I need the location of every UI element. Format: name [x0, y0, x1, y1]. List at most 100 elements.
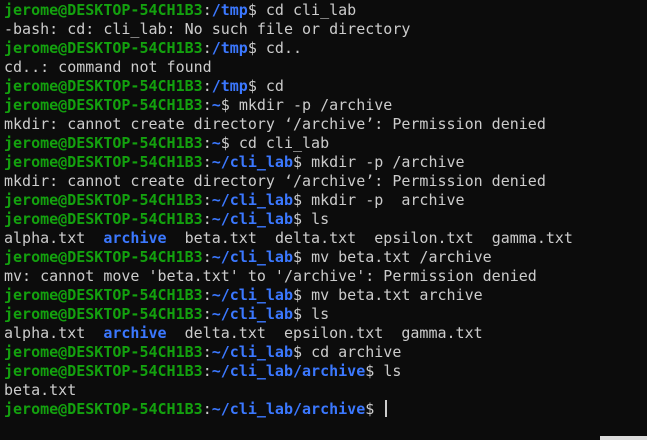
prompt-colon: : — [202, 39, 212, 57]
prompt-path: ~/cli_lab/archive — [211, 400, 366, 418]
prompt-path: ~/cli_lab — [211, 248, 293, 266]
prompt-dollar: $ — [247, 1, 266, 19]
prompt-line: jerome@DESKTOP-54CH1B3:~/cli_lab$ mkdir … — [4, 191, 647, 210]
output-text: mv: cannot move 'beta.txt' to '/archive'… — [4, 267, 537, 285]
prompt-line: jerome@DESKTOP-54CH1B3:~/cli_lab$ ls — [4, 305, 647, 324]
prompt-user: jerome@DESKTOP-54CH1B3 — [4, 210, 203, 228]
command-text: mv beta.txt /archive — [311, 248, 492, 266]
terminal-bottom-margin — [0, 436, 600, 440]
ls-output-line: alpha.txt archive beta.txt delta.txt eps… — [4, 229, 647, 248]
prompt-user: jerome@DESKTOP-54CH1B3 — [4, 96, 203, 114]
command-text: cd cli_lab — [265, 1, 357, 19]
prompt-colon: : — [202, 400, 212, 418]
command-text: ls — [311, 305, 330, 323]
prompt-user: jerome@DESKTOP-54CH1B3 — [4, 153, 203, 171]
prompt-colon: : — [202, 305, 212, 323]
output-text: beta.txt — [4, 381, 77, 399]
prompt-colon: : — [202, 210, 212, 228]
prompt-path: ~/cli_lab — [211, 305, 293, 323]
command-text: ls — [311, 210, 330, 228]
prompt-user: jerome@DESKTOP-54CH1B3 — [4, 134, 203, 152]
prompt-dollar: $ — [293, 286, 312, 304]
ls-file: delta.txt — [184, 324, 266, 342]
prompt-user: jerome@DESKTOP-54CH1B3 — [4, 248, 203, 266]
prompt-colon: : — [202, 362, 212, 380]
prompt-dollar: $ — [293, 343, 312, 361]
ls-spacer — [85, 229, 103, 247]
prompt-line: jerome@DESKTOP-54CH1B3:~/cli_lab$ mkdir … — [4, 153, 647, 172]
prompt-user: jerome@DESKTOP-54CH1B3 — [4, 400, 203, 418]
output-line: -bash: cd: cli_lab: No such file or dire… — [4, 20, 647, 39]
ls-file: gamma.txt — [491, 229, 573, 247]
terminal-output[interactable]: jerome@DESKTOP-54CH1B3:/tmp$ cd cli_lab -… — [0, 0, 647, 436]
command-text: cd archive — [311, 343, 402, 361]
prompt-dollar: $ — [247, 39, 266, 57]
prompt-dollar: $ — [220, 96, 239, 114]
command-text: mkdir -p /archive — [238, 96, 393, 114]
command-text: mkdir -p archive — [311, 191, 465, 209]
prompt-path: ~/cli_lab — [211, 343, 293, 361]
prompt-colon: : — [202, 286, 212, 304]
prompt-line: jerome@DESKTOP-54CH1B3:/tmp$ cd — [4, 77, 647, 96]
ls-file: gamma.txt — [401, 324, 483, 342]
output-text: mkdir: cannot create directory ‘/archive… — [4, 172, 546, 190]
prompt-dollar: $ — [365, 362, 384, 380]
prompt-line: jerome@DESKTOP-54CH1B3:~$ cd cli_lab — [4, 134, 647, 153]
prompt-line: jerome@DESKTOP-54CH1B3:/tmp$ cd cli_lab — [4, 1, 647, 20]
prompt-dollar: $ — [293, 305, 312, 323]
prompt-colon: : — [202, 1, 212, 19]
prompt-colon: : — [202, 134, 212, 152]
prompt-user: jerome@DESKTOP-54CH1B3 — [4, 1, 203, 19]
prompt-path: /tmp — [211, 1, 248, 19]
command-text: cd.. — [265, 39, 303, 57]
prompt-path: ~/cli_lab — [211, 286, 293, 304]
ls-spacer — [474, 229, 492, 247]
ls-spacer — [167, 324, 185, 342]
prompt-line: jerome@DESKTOP-54CH1B3:~/cli_lab/archive… — [4, 362, 647, 381]
prompt-user: jerome@DESKTOP-54CH1B3 — [4, 305, 203, 323]
prompt-line: jerome@DESKTOP-54CH1B3:~/cli_lab$ mv bet… — [4, 286, 647, 305]
ls-spacer — [257, 229, 275, 247]
prompt-path: /tmp — [211, 39, 248, 57]
prompt-path: ~/cli_lab — [211, 153, 293, 171]
command-text: cd cli_lab — [238, 134, 330, 152]
output-line: mv: cannot move 'beta.txt' to '/archive'… — [4, 267, 647, 286]
prompt-dollar: $ — [365, 400, 384, 418]
ls-spacer — [85, 324, 103, 342]
ls-directory: archive — [103, 324, 167, 342]
ls-file: alpha.txt — [4, 229, 86, 247]
output-line: mkdir: cannot create directory ‘/archive… — [4, 172, 647, 191]
prompt-colon: : — [202, 191, 212, 209]
prompt-colon: : — [202, 96, 212, 114]
ls-file: delta.txt — [274, 229, 357, 247]
command-text: ls — [383, 362, 402, 380]
prompt-line: jerome@DESKTOP-54CH1B3:~$ mkdir -p /arch… — [4, 96, 647, 115]
prompt-line: jerome@DESKTOP-54CH1B3:/tmp$ cd.. — [4, 39, 647, 58]
ls-output-line: alpha.txt archive delta.txt epsilon.txt … — [4, 324, 647, 343]
command-text: cd — [265, 77, 284, 95]
prompt-colon: : — [202, 77, 212, 95]
prompt-line: jerome@DESKTOP-54CH1B3:~/cli_lab$ mv bet… — [4, 248, 647, 267]
prompt-path: ~/cli_lab/archive — [211, 362, 366, 380]
output-line: mkdir: cannot create directory ‘/archive… — [4, 115, 647, 134]
ls-file: epsilon.txt — [374, 229, 474, 247]
prompt-user: jerome@DESKTOP-54CH1B3 — [4, 191, 203, 209]
command-text: mv beta.txt archive — [311, 286, 483, 304]
prompt-colon: : — [202, 153, 212, 171]
prompt-path: ~/cli_lab — [211, 191, 293, 209]
prompt-line: jerome@DESKTOP-54CH1B3:~/cli_lab$ cd arc… — [4, 343, 647, 362]
prompt-dollar: $ — [293, 191, 312, 209]
prompt-path: ~ — [211, 134, 221, 152]
ls-spacer — [266, 324, 284, 342]
prompt-user: jerome@DESKTOP-54CH1B3 — [4, 39, 203, 57]
output-line: beta.txt — [4, 381, 647, 400]
output-line: cd..: command not found — [4, 58, 647, 77]
prompt-colon: : — [202, 248, 212, 266]
prompt-user: jerome@DESKTOP-54CH1B3 — [4, 77, 203, 95]
prompt-dollar: $ — [293, 153, 312, 171]
text-cursor — [385, 400, 388, 417]
prompt-dollar: $ — [247, 77, 266, 95]
prompt-dollar: $ — [293, 248, 312, 266]
prompt-dollar: $ — [220, 134, 239, 152]
prompt-colon: : — [202, 343, 212, 361]
